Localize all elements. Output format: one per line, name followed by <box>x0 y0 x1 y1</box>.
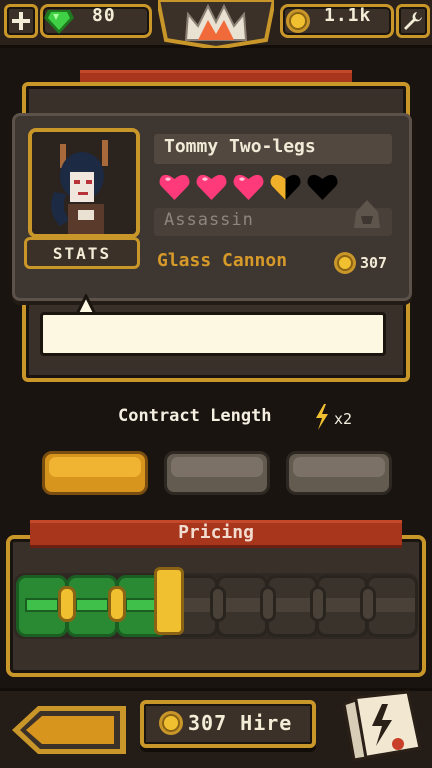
assassin-hood-icon <box>354 200 380 228</box>
heart-full-icon <box>196 174 227 200</box>
wrench-icon <box>404 12 422 30</box>
coin-icon <box>159 711 183 735</box>
slider-knob <box>108 586 126 622</box>
slider-knob-empty <box>360 586 376 622</box>
gem-icon <box>44 10 74 34</box>
slider-knob-empty <box>310 586 326 622</box>
lightning-icon <box>316 404 328 430</box>
character-class: Assassin <box>164 210 254 230</box>
hire-word: Hire <box>240 711 293 735</box>
speech-bubble <box>40 312 386 356</box>
heart-empty-icon <box>307 174 338 200</box>
heart-half-icon <box>270 174 301 200</box>
contract-option-2[interactable] <box>164 451 270 495</box>
hire-price: 307 <box>188 711 228 735</box>
character-portrait[interactable] <box>28 128 140 238</box>
stats-button[interactable]: STATS <box>24 237 140 269</box>
pricing-title: Pricing <box>178 521 254 543</box>
character-price: 307 <box>360 254 388 272</box>
crown-icon[interactable] <box>158 0 274 48</box>
stats-label: STATS <box>52 243 112 263</box>
gems-count: 80 <box>92 5 116 26</box>
character-trait: Glass Cannon <box>157 250 288 271</box>
contract-length-label: Contract Length <box>118 406 272 426</box>
add-gems-button[interactable] <box>4 4 38 38</box>
contract-option-3[interactable] <box>286 451 392 495</box>
assassin-portrait <box>32 132 136 234</box>
slider-handle[interactable] <box>154 567 184 635</box>
coin-icon <box>286 9 310 33</box>
hire-label: 307 Hire <box>188 711 292 735</box>
scroll-contract-icon[interactable] <box>338 690 426 762</box>
back-button[interactable] <box>10 704 128 756</box>
gold-count: 1.1k <box>324 5 372 26</box>
health-hearts <box>158 172 339 206</box>
heart-full-icon <box>233 174 264 200</box>
slider-knob-empty <box>210 586 226 622</box>
settings-button[interactable] <box>396 4 430 38</box>
character-name: Tommy Two-legs <box>164 136 316 157</box>
contract-multiplier: x2 <box>334 410 353 428</box>
slider-knob-empty <box>260 586 276 622</box>
heart-full-icon <box>159 174 190 200</box>
slider-knob <box>58 586 76 622</box>
plus-icon <box>12 12 30 30</box>
coin-icon <box>334 252 356 274</box>
contract-option-1[interactable] <box>42 451 148 495</box>
